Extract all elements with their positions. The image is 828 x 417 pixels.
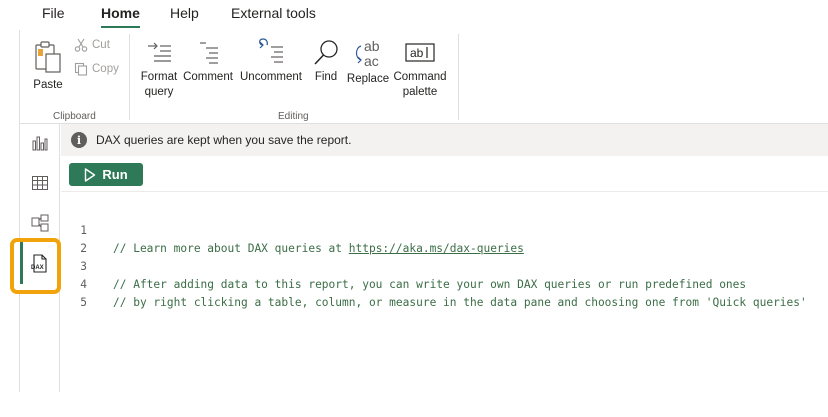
paste-button[interactable]: Paste [32,40,64,93]
replace-icon: ab ac [355,38,380,68]
paste-icon [35,41,61,73]
scissors-icon [74,38,88,52]
format-query-label-line2: query [144,86,174,98]
toolbar-separator [61,191,828,192]
format-query-label-line1: Format [140,71,178,83]
group-separator [458,34,459,120]
dax-icon-text: DAX [31,265,44,271]
nav-model-view[interactable] [20,208,60,238]
line-number: 5 [80,296,87,309]
copy-button[interactable]: Copy [74,62,119,76]
format-query-icon [148,42,171,62]
command-palette-label-line1: Command [393,71,447,83]
nav-report-view[interactable] [20,128,60,158]
code-line: 1 // Learn more about DAX queries at htt… [61,204,828,255]
search-icon [314,40,338,65]
dax-query-editor[interactable]: 1 // Learn more about DAX queries at htt… [61,204,828,309]
paste-label: Paste [33,79,63,91]
play-icon [85,167,96,182]
info-banner: i DAX queries are kept when you save the… [61,124,828,156]
menu-bar: File Home Help External tools [0,0,828,30]
info-message: DAX queries are kept when you save the r… [96,133,352,147]
group-separator [129,34,130,120]
command-palette-label-line2: palette [402,86,438,98]
format-query-button[interactable]: Format query [138,40,180,100]
svg-text:ac: ac [364,53,379,68]
model-view-icon [31,214,49,232]
replace-button[interactable]: ab ac Replace [345,38,391,87]
tab-external-tools[interactable]: External tools [231,5,316,21]
clipboard-group-label: Clipboard [53,111,96,122]
code-line: 3 // After adding data to this report, y… [61,240,828,291]
cut-label: Cut [92,39,110,51]
tab-home[interactable]: Home [101,5,140,28]
run-button[interactable]: Run [69,163,143,186]
nav-dax-query-view[interactable]: DAX [20,250,60,278]
code-text: // by right clicking a table, column, or… [113,296,807,309]
table-view-icon [32,176,48,190]
svg-text:ab: ab [410,46,424,60]
editing-group-label: Editing [278,111,309,122]
tab-help[interactable]: Help [170,5,199,21]
tab-file[interactable]: File [42,5,65,21]
uncomment-button[interactable]: Uncomment [237,36,305,85]
uncomment-label: Uncomment [240,71,302,83]
find-button[interactable]: Find [310,38,342,85]
dax-query-view-icon: DAX [31,254,47,273]
find-label: Find [314,71,338,83]
info-icon: i [71,132,87,148]
code-line: 2 [61,222,828,255]
report-view-icon [32,136,48,151]
copy-label: Copy [92,63,119,75]
replace-label: Replace [346,73,390,85]
code-line: 4 // by right clicking a table, column, … [61,258,828,309]
comment-label: Comment [183,71,233,83]
comment-button[interactable]: Comment [180,40,236,85]
command-palette-button[interactable]: ab Command palette [393,40,447,100]
command-palette-icon: ab [405,43,435,62]
copy-icon [74,62,88,76]
code-line: 5 [61,276,828,309]
comment-icon [200,42,218,64]
nav-table-view[interactable] [20,168,60,198]
cut-button[interactable]: Cut [74,38,110,52]
run-label: Run [102,167,128,182]
svg-text:ab: ab [364,38,380,54]
uncomment-icon [259,38,283,63]
